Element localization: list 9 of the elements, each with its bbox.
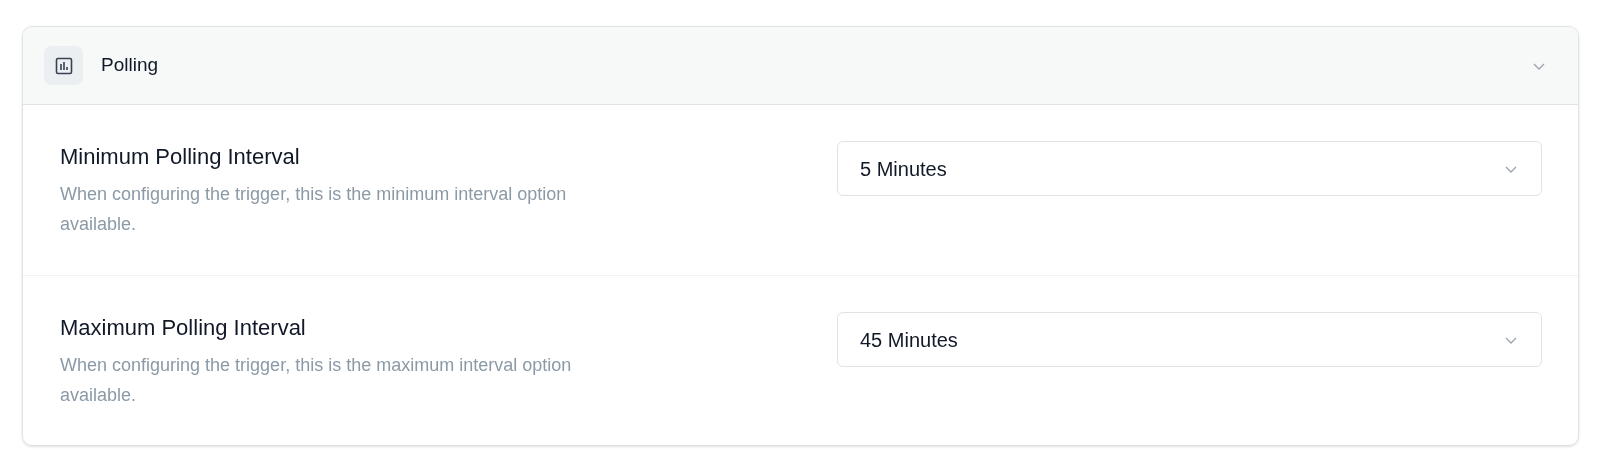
setting-label: Maximum Polling Interval (60, 314, 307, 342)
interval-select[interactable]: 45 Minutes (837, 312, 1542, 367)
setting-description: When configuring the trigger, this is the maximum interval option available. (60, 354, 573, 407)
chart-icon (44, 46, 83, 85)
section-title: Polling (101, 53, 159, 78)
setting-description: When configuring the trigger, this is the minimum interval option available. (60, 183, 568, 236)
section-header[interactable]: Polling (23, 27, 1578, 105)
interval-select[interactable]: 5 Minutes (837, 141, 1542, 196)
setting-label: Minimum Polling Interval (60, 143, 301, 171)
